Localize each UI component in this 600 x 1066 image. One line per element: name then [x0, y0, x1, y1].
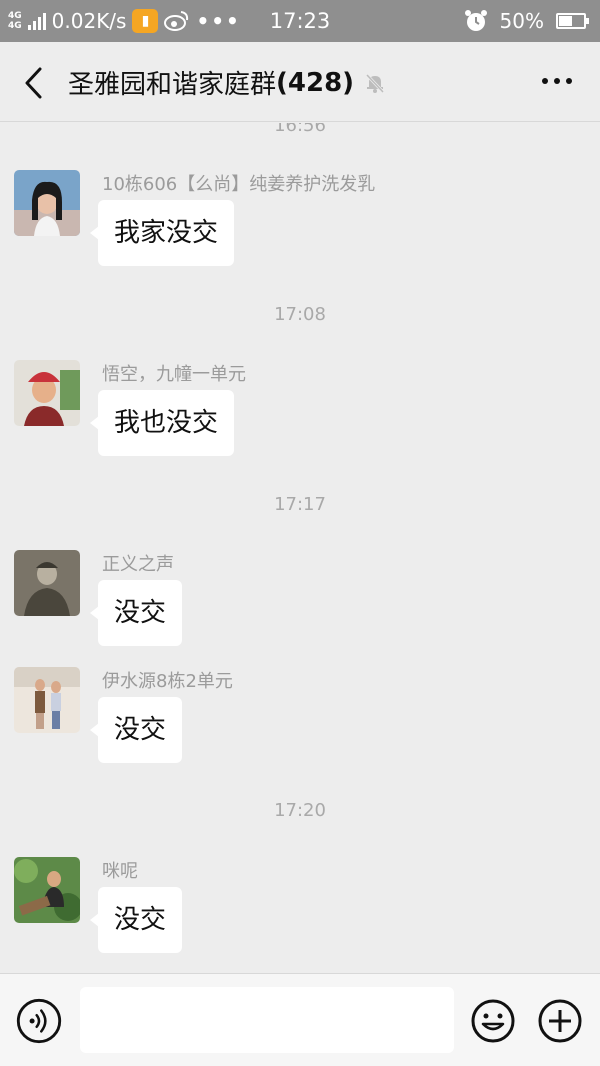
- emoji-icon[interactable]: [470, 998, 516, 1044]
- chat-header: 圣雅园和谐家庭群 (428): [0, 42, 600, 122]
- alarm-icon: [464, 10, 487, 31]
- input-bar: [0, 973, 600, 1066]
- plus-icon[interactable]: [537, 998, 583, 1044]
- avatar[interactable]: [14, 550, 80, 616]
- timestamp: 16:56: [274, 123, 326, 136]
- battery-fill: [559, 16, 572, 26]
- status-right: 50%: [464, 8, 589, 34]
- sender-name: 悟空，九幢一单元: [102, 364, 246, 385]
- avatar[interactable]: [14, 360, 80, 426]
- sender-name: 伊水源8栋2单元: [102, 671, 233, 692]
- avatar[interactable]: [14, 170, 80, 236]
- message-bubble[interactable]: 我家没交: [89, 200, 235, 266]
- battery-icon: [556, 13, 589, 29]
- sender-name: 10栋606【么尚】纯姜养护洗发乳: [102, 174, 376, 195]
- member-count: (428): [276, 67, 355, 98]
- status-bar: 4G 4G 0.02K/s ▮ ••• 17:23 50%: [0, 0, 600, 42]
- avatar[interactable]: [14, 667, 80, 733]
- chevron-left-icon[interactable]: [22, 66, 46, 100]
- avatar[interactable]: [14, 857, 80, 923]
- bell-muted-icon: [365, 73, 385, 93]
- message-bubble[interactable]: 没交: [89, 697, 183, 763]
- message-bubble[interactable]: 没交: [89, 580, 183, 646]
- chat-messages: 16:56 10栋606【么尚】纯姜养护洗发乳 我家没交 17:08 悟空，九幢…: [0, 123, 600, 973]
- message-bubble[interactable]: 我也没交: [89, 390, 235, 456]
- timestamp: 17:17: [274, 494, 326, 515]
- voice-icon[interactable]: [16, 998, 62, 1044]
- more-dots-icon[interactable]: [542, 78, 572, 84]
- sender-name: 正义之声: [102, 554, 174, 575]
- battery-percent: 50%: [499, 9, 544, 33]
- message-input[interactable]: [80, 987, 454, 1053]
- group-name: 圣雅园和谐家庭群: [68, 70, 277, 100]
- chat-title: 圣雅园和谐家庭群 (428): [68, 64, 386, 101]
- sender-name: 咪呢: [102, 861, 138, 882]
- message-bubble[interactable]: 没交: [89, 887, 183, 953]
- timestamp: 17:08: [274, 304, 326, 325]
- timestamp: 17:20: [274, 800, 326, 821]
